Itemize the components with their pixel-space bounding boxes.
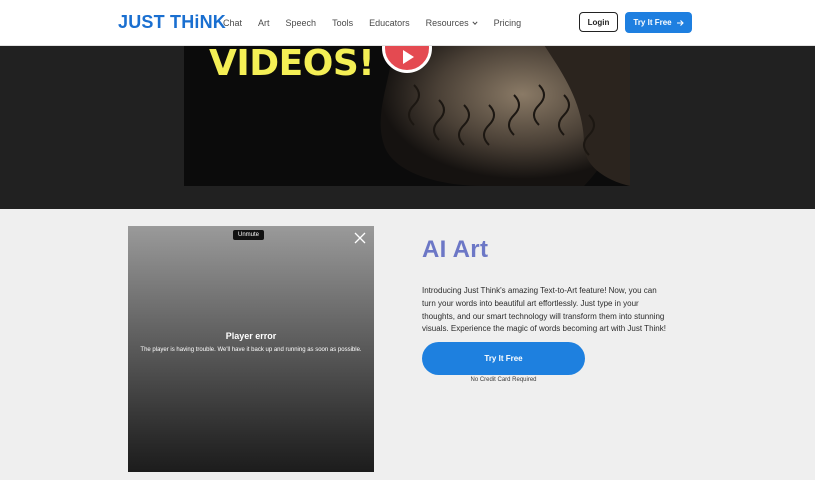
- login-button[interactable]: Login: [579, 12, 618, 32]
- no-credit-card-note: No Credit Card Required: [470, 377, 537, 383]
- player-error-message: The player is having trouble. We'll have…: [140, 347, 362, 353]
- arrow-right-icon: [676, 19, 684, 26]
- feature-description: Introducing Just Think's amazing Text-to…: [422, 286, 666, 334]
- ai-art-section: Unmute Player error The player is having…: [0, 209, 815, 480]
- try-free-header-label: Try It Free: [633, 18, 672, 27]
- nav-tools[interactable]: Tools: [332, 18, 353, 28]
- hero-videos-text: VIDEOS!: [209, 45, 375, 84]
- nav-pricing[interactable]: Pricing: [494, 18, 522, 28]
- nav-art[interactable]: Art: [258, 18, 270, 28]
- hero-video-thumbnail[interactable]: VIDEOS!: [184, 45, 630, 186]
- feature-title: AI Art: [422, 236, 489, 263]
- close-icon[interactable]: [354, 232, 366, 244]
- hero-section: VIDEOS!: [0, 45, 815, 209]
- play-icon: [403, 50, 414, 64]
- try-free-cta-button[interactable]: Try It Free: [422, 342, 585, 375]
- chevron-down-icon: [472, 20, 478, 25]
- nav-speech[interactable]: Speech: [286, 18, 317, 28]
- unmute-button[interactable]: Unmute: [233, 230, 265, 240]
- top-navigation: JUST THiNK Chat Art Speech Tools Educato…: [0, 0, 815, 46]
- play-button[interactable]: [382, 45, 432, 73]
- player-error-title: Player error: [225, 331, 277, 341]
- nav-resources[interactable]: Resources: [426, 18, 478, 28]
- nav-links: Chat Art Speech Tools Educators Resource…: [223, 0, 537, 45]
- nav-educators[interactable]: Educators: [369, 18, 410, 28]
- video-player[interactable]: Unmute Player error The player is having…: [128, 226, 374, 472]
- try-free-header-button[interactable]: Try It Free: [625, 12, 692, 33]
- nav-resources-label: Resources: [425, 17, 469, 28]
- nav-chat[interactable]: Chat: [223, 18, 242, 28]
- just-think-logo[interactable]: JUST THiNK: [118, 12, 226, 33]
